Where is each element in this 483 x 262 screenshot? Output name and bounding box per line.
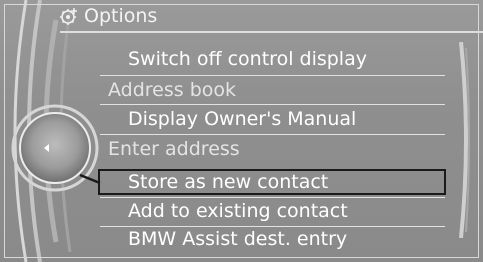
idrive-screen: Options Switch off control display Addre… xyxy=(0,0,483,262)
menu-item-store-as-new-contact[interactable]: Store as new contact xyxy=(128,168,328,196)
section-enter-address: Enter address xyxy=(108,138,240,160)
scrollbar[interactable] xyxy=(458,42,472,238)
menu-item-add-to-existing-contact[interactable]: Add to existing contact xyxy=(128,197,348,225)
section-address-book: Address book xyxy=(108,79,237,101)
menu-item-display-owners-manual[interactable]: Display Owner's Manual xyxy=(128,105,356,133)
options-menu: Switch off control display Address book … xyxy=(0,0,483,262)
menu-item-switch-off-display[interactable]: Switch off control display xyxy=(128,45,367,73)
menu-item-bmw-assist-dest-entry[interactable]: BMW Assist dest. entry xyxy=(128,225,347,253)
